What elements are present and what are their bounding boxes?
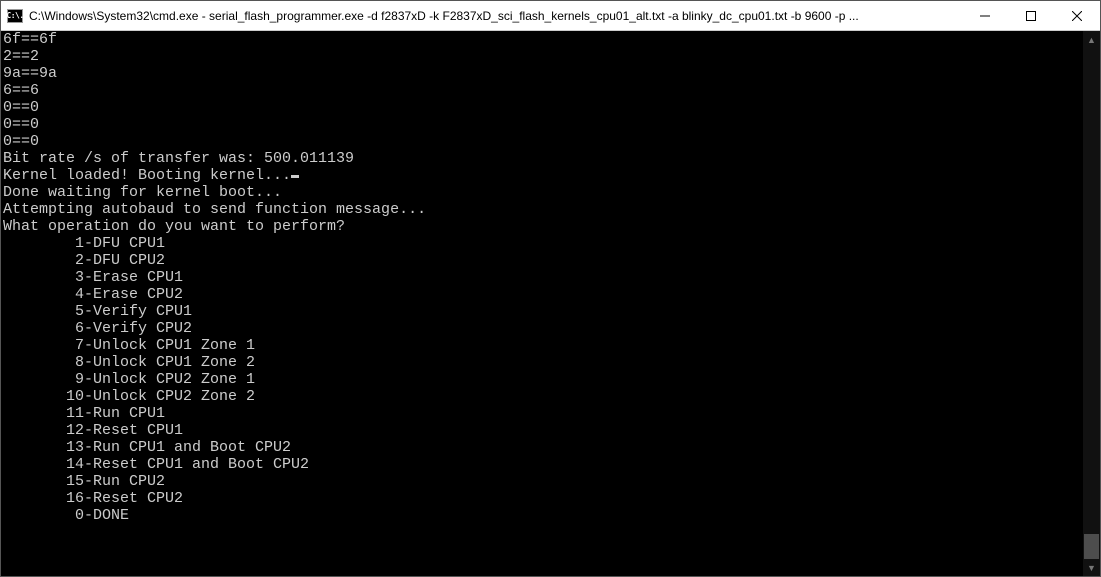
terminal-line: 9-Unlock CPU2 Zone 1: [3, 371, 1083, 388]
maximize-icon: [1026, 11, 1036, 21]
window-title: C:\Windows\System32\cmd.exe - serial_fla…: [29, 9, 962, 23]
terminal-line: Done waiting for kernel boot...: [3, 184, 1083, 201]
terminal-line: 5-Verify CPU1: [3, 303, 1083, 320]
terminal-line: 3-Erase CPU1: [3, 269, 1083, 286]
text-cursor: [291, 175, 299, 178]
terminal-line: 0==0: [3, 133, 1083, 150]
minimize-button[interactable]: [962, 1, 1008, 30]
scroll-thumb[interactable]: [1084, 534, 1099, 559]
scroll-down-arrow-icon[interactable]: ▼: [1083, 559, 1100, 576]
terminal-line: 0==0: [3, 116, 1083, 133]
terminal-line: 15-Run CPU2: [3, 473, 1083, 490]
terminal-line: Kernel loaded! Booting kernel...: [3, 167, 1083, 184]
terminal-line: 6f==6f: [3, 31, 1083, 48]
terminal-line: 13-Run CPU1 and Boot CPU2: [3, 439, 1083, 456]
terminal-line: 11-Run CPU1: [3, 405, 1083, 422]
terminal-line: 2==2: [3, 48, 1083, 65]
terminal-line: 6==6: [3, 82, 1083, 99]
window-controls: [962, 1, 1100, 30]
terminal-line: 16-Reset CPU2: [3, 490, 1083, 507]
terminal-line: 10-Unlock CPU2 Zone 2: [3, 388, 1083, 405]
terminal-line: 6-Verify CPU2: [3, 320, 1083, 337]
terminal-line: 0==0: [3, 99, 1083, 116]
client-area: 6f==6f2==29a==9a6==60==00==00==0Bit rate…: [1, 31, 1100, 576]
titlebar[interactable]: C:\. C:\Windows\System32\cmd.exe - seria…: [1, 1, 1100, 31]
close-button[interactable]: [1054, 1, 1100, 30]
cmd-icon: C:\.: [7, 9, 23, 23]
terminal-line: 0-DONE: [3, 507, 1083, 524]
terminal-line: Attempting autobaud to send function mes…: [3, 201, 1083, 218]
terminal-line: 12-Reset CPU1: [3, 422, 1083, 439]
terminal-line: 9a==9a: [3, 65, 1083, 82]
terminal-line: 14-Reset CPU1 and Boot CPU2: [3, 456, 1083, 473]
terminal-line: 1-DFU CPU1: [3, 235, 1083, 252]
close-icon: [1072, 11, 1082, 21]
terminal-line: 8-Unlock CPU1 Zone 2: [3, 354, 1083, 371]
terminal-line: What operation do you want to perform?: [3, 218, 1083, 235]
cmd-window: C:\. C:\Windows\System32\cmd.exe - seria…: [0, 0, 1101, 577]
minimize-icon: [980, 11, 990, 21]
terminal-output[interactable]: 6f==6f2==29a==9a6==60==00==00==0Bit rate…: [1, 31, 1083, 576]
vertical-scrollbar[interactable]: ▲ ▼: [1083, 31, 1100, 576]
terminal-line: 7-Unlock CPU1 Zone 1: [3, 337, 1083, 354]
maximize-button[interactable]: [1008, 1, 1054, 30]
terminal-line: 2-DFU CPU2: [3, 252, 1083, 269]
terminal-line: 4-Erase CPU2: [3, 286, 1083, 303]
scroll-up-arrow-icon[interactable]: ▲: [1083, 31, 1100, 48]
terminal-line: Bit rate /s of transfer was: 500.011139: [3, 150, 1083, 167]
